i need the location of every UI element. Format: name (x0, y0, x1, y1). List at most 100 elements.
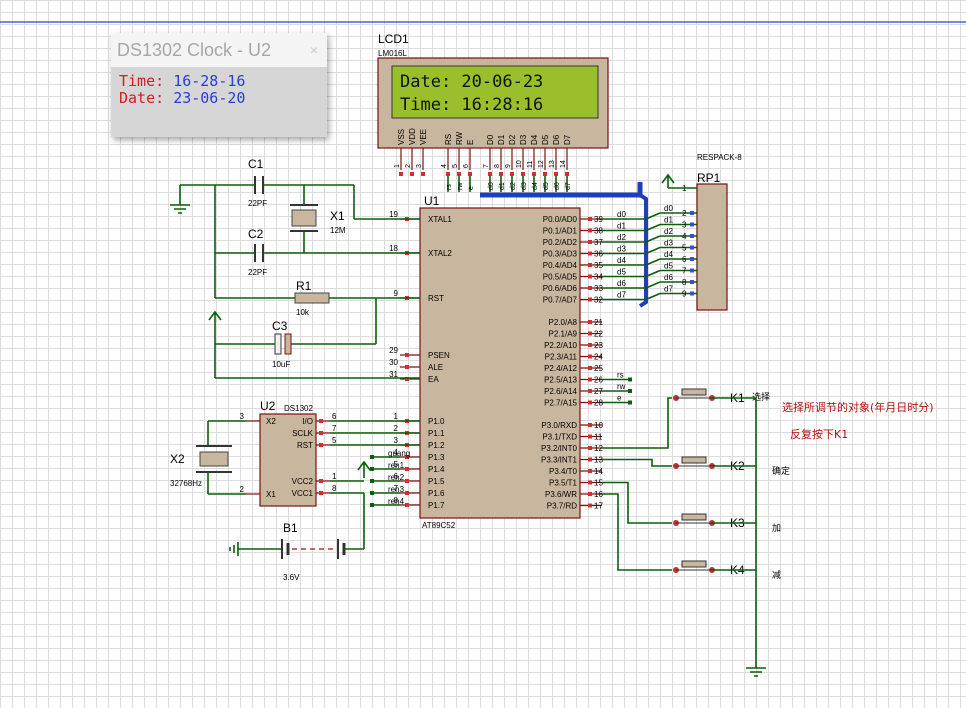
u1-right-pin-name: P3.7/RD (547, 502, 577, 511)
u1-right-pin-number: 22 (594, 330, 603, 339)
lcd-pin-marker (446, 172, 450, 176)
data-bus-vertical (638, 193, 648, 308)
u1-ref-label: U1 (424, 194, 440, 208)
u1-right-pin-number: 10 (594, 421, 603, 430)
lcd-net-label: d6 (554, 182, 561, 190)
rp1-net-label: d4 (664, 250, 673, 259)
lcd-pin-number: 12 (538, 160, 545, 168)
key-ground-icon (746, 660, 766, 677)
u1-right-pin-name: P2.5/A13 (544, 376, 577, 385)
lcd1-pin-stubs: 1 2 3 4rs5rw6e7d08d19d210d311d412d513d614d7 (394, 148, 572, 192)
u1-right-pin-name: P0.0/AD0 (543, 215, 578, 224)
lcd-pin-number: 11 (527, 161, 534, 168)
lcd-pin-number: 8 (494, 164, 501, 168)
u1-right-pin-name: P0.1/AD1 (543, 227, 578, 236)
u1-right-pin-marker (588, 263, 592, 267)
u1-left-pin-name: ALE (428, 363, 443, 372)
u2-component[interactable]: U2 DS1302 3 X2 2 X1 6 I/O 7 SCLK 5 RST 1 VCC2 8 VCC1 (240, 399, 337, 507)
u1-right-pin-marker (588, 446, 592, 450)
u1-right-pin-marker (588, 469, 592, 473)
lcd-pin-marker (468, 172, 472, 176)
ds1302-clock-window[interactable]: DS1302 Clock - U2 × Time: 16-28-16 Date:… (111, 33, 327, 137)
rp1-pin-marker (690, 280, 694, 284)
p0-diag-wire (645, 235, 661, 243)
lcd-pin-name: D1 (497, 134, 506, 145)
lcd-pin-name: VDD (408, 128, 417, 145)
key-cap (681, 560, 707, 568)
u1-right-pin-name: P3.5/T1 (549, 479, 578, 488)
rp1-pin-marker (690, 291, 694, 296)
u1-left-pin-number: 30 (389, 358, 398, 367)
lcd-pin-name: D6 (552, 134, 561, 145)
u2-right-pin-number: 6 (332, 412, 337, 421)
u1-right-pin-marker (588, 331, 592, 336)
lcd1-component[interactable]: LCD1 LM016L Date: 20-06-23 Time: 16:28:1… (377, 32, 609, 192)
u1-left-pin-number: 9 (394, 289, 399, 298)
lcd-pin-number: 14 (560, 160, 567, 168)
u2-right-pin-number: 1 (332, 472, 337, 481)
close-icon[interactable]: × (305, 41, 323, 59)
b1-value-label: 3.6V (283, 573, 300, 582)
u1-right-pin-name: P3.4/T0 (549, 467, 578, 476)
p2-net-terminal (628, 400, 632, 405)
u1-left-pin-marker (405, 479, 409, 483)
u1-right-pin-number: 23 (594, 341, 603, 350)
p2-net-terminal (628, 389, 632, 393)
note-line-2: 反复按下K1 (790, 427, 848, 441)
lcd-pin-number: 7 (483, 164, 490, 168)
u1-left-pin-name: EA (428, 375, 439, 384)
u1-left-pin-name: P1.2 (428, 441, 445, 450)
p1-net-stubs: guang ren1 ren2 ren3 ren4 (370, 449, 410, 507)
u2-left-pin-number: 2 (240, 485, 245, 494)
c1-ref-label: C1 (248, 157, 264, 171)
lcd-pin-number: 2 (405, 164, 412, 168)
key-cap (681, 388, 707, 396)
u2-left-pin-number: 3 (240, 412, 245, 421)
lcd-net-label: d7 (565, 182, 572, 190)
p0-net-label: d2 (617, 233, 626, 242)
rp1-pin-marker (690, 245, 694, 250)
u2-right-pin-number: 7 (332, 424, 337, 433)
date-value: 23-06-20 (173, 89, 246, 107)
u1-right-pin-name: P3.1/TXD (542, 433, 577, 442)
rp1-component[interactable]: RESPACK-8 RP1 d02d13d24d35d46d57d68d791 (660, 153, 742, 311)
u1-left-pin-number: 3 (394, 436, 399, 445)
rp1-pin-number: 4 (682, 232, 687, 241)
u2-right-pin-name: VCC2 (292, 477, 314, 486)
rp1-net-label: d2 (664, 227, 673, 236)
p2-net-label: rw (617, 382, 626, 391)
r1-ref-label: R1 (296, 279, 312, 293)
p1-net-terminal (370, 503, 374, 507)
c2-value-label: 22PF (248, 268, 267, 277)
lcd-net-label: d0 (488, 182, 495, 190)
u1-left-pin-name: PSEN (428, 351, 450, 360)
rp1-pin-number: 2 (682, 209, 687, 218)
u1-left-pin-marker (405, 353, 409, 357)
u1-left-pin-marker (405, 365, 409, 369)
p0-diag-wire (645, 292, 661, 301)
u1-right-pin-number: 24 (594, 353, 603, 362)
x2-value-label: 32768Hz (170, 479, 202, 488)
u1-right-pin-marker (588, 434, 592, 439)
rp1-pins: d02d13d24d35d46d57d68d791 (660, 184, 697, 299)
lcd1-ref-label: LCD1 (378, 32, 409, 46)
lcd-pin-marker (543, 172, 547, 176)
rp1-net-label: d3 (664, 239, 673, 248)
rp1-net-label: d7 (664, 285, 673, 294)
u1-left-pin-number: 2 (394, 424, 399, 433)
u1-right-pin-number: 14 (594, 467, 603, 476)
u1-right-pin-name: P2.7/A15 (544, 399, 577, 408)
u1-right-pin-name: P0.4/AD4 (543, 261, 578, 270)
u1-component[interactable]: U1 AT89C52 19 XTAL1 18 XTAL2 9 RST 29 PSEN 30 ALE… (389, 194, 603, 530)
u1-left-pin-name: XTAL2 (428, 249, 452, 258)
rp1-net-label: d1 (664, 216, 673, 225)
u2-right-pin-name: RST (297, 441, 313, 450)
c3-plate-a (274, 333, 282, 355)
key-signal-wire (602, 481, 672, 524)
time-row: Time: 16-28-16 (119, 73, 319, 90)
u1-right-pin-marker (588, 297, 592, 302)
lcd-pin-name: VSS (397, 129, 406, 145)
key-func-label: 确定 (772, 465, 790, 476)
lcd-pin-marker (510, 172, 514, 176)
u1-right-pin-name: P0.6/AD6 (543, 284, 578, 293)
